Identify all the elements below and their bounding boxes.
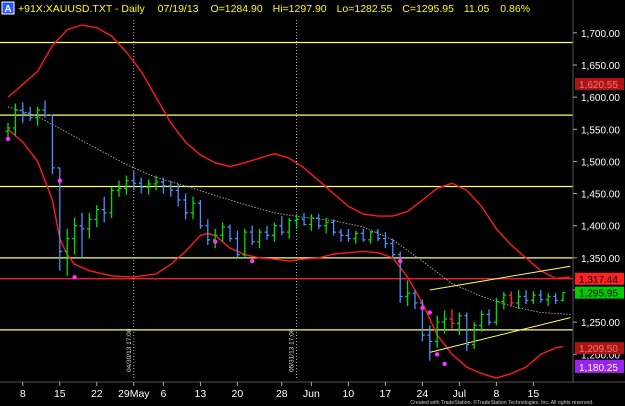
signal-dot <box>398 258 403 264</box>
price-tick-label: 1,400.00 <box>581 222 620 233</box>
time-tick-label: 29May <box>118 388 150 400</box>
time-tick-label: Jun <box>303 388 320 400</box>
change-label: 11.05 <box>464 3 490 15</box>
signal-dot <box>5 136 11 142</box>
price-tick-label: 1,450.00 <box>581 190 620 201</box>
time-tick-label: 8 <box>493 388 499 400</box>
price-tick-label: 1,350.00 <box>581 254 620 265</box>
session-marker-label: 05/31/13 17:00 <box>289 328 296 372</box>
price-tag-label: 1,180.25 <box>579 363 618 374</box>
price-tag-label: 1,317.44 <box>579 275 618 286</box>
low-label: Lo=1282.55 <box>337 3 393 15</box>
high-label: Hi=1297.90 <box>273 3 327 15</box>
time-tick-label: 15 <box>528 388 540 400</box>
time-tick-label: 10 <box>343 388 355 400</box>
signal-dot <box>420 305 425 311</box>
time-tick-label: Jul <box>453 388 466 400</box>
price-tag: 1,209.50 <box>575 342 624 355</box>
chart-background <box>0 0 625 406</box>
price-tag: 1,620.55 <box>575 77 624 91</box>
price-tag-label: 1,209.50 <box>579 344 618 355</box>
price-tick-label: 1,600.00 <box>581 93 620 104</box>
time-tick-label: 8 <box>20 388 26 400</box>
time-tick-label: 6 <box>160 388 166 400</box>
footer-credit: Created with TradeStation. ©TradeStation… <box>410 399 593 406</box>
signal-dot <box>72 274 77 280</box>
price-tag-label: 1,295.95 <box>579 289 618 300</box>
chart-window: 04/30/13 17:00 05/31/13 17:00 1,700.00 1,6… <box>0 0 625 406</box>
time-tick-label: 24 <box>417 388 429 400</box>
price-tag: 1,295.95 <box>575 286 624 300</box>
symbol-label: +91X:XAUUSD.TXT - Daily <box>18 3 145 15</box>
price-tag-label: 1,620.55 <box>579 80 618 91</box>
signal-dot <box>427 310 432 315</box>
time-tick-label: 15 <box>54 388 66 400</box>
time-tick-label: 20 <box>232 388 244 400</box>
price-tick-label: 1,500.00 <box>581 157 620 168</box>
session-marker-label: 04/30/13 17:00 <box>126 328 133 372</box>
signal-dot <box>213 239 218 244</box>
signal-dot <box>442 361 447 367</box>
price-tag: 1,180.25 <box>575 360 624 374</box>
price-tag: 1,317.44 <box>575 272 624 286</box>
price-tick-label: 1,650.00 <box>581 61 620 72</box>
header-line: +91X:XAUUSD.TXT - Daily 07/19/13 O=1284.… <box>18 3 530 15</box>
signal-dot <box>57 178 62 183</box>
date-label: 07/19/13 <box>158 3 199 15</box>
change-pct-label: 0.86% <box>500 3 530 15</box>
time-tick-label: 13 <box>195 388 207 400</box>
signal-dot <box>250 258 255 264</box>
time-tick-label: 28 <box>276 388 288 400</box>
close-label: C=1295.95 <box>402 3 454 15</box>
time-tick-label: 22 <box>91 388 103 400</box>
price-tick-label: 1,250.00 <box>581 318 620 329</box>
signal-dot <box>435 352 440 357</box>
price-tick-label: 1,700.00 <box>581 29 620 40</box>
price-chart[interactable]: 04/30/13 17:00 05/31/13 17:00 1,700.00 1,6… <box>0 0 625 406</box>
open-label: O=1284.90 <box>210 3 262 15</box>
chart-badge-label: A <box>4 4 11 15</box>
time-tick-label: 17 <box>380 388 392 400</box>
price-tick-label: 1,550.00 <box>581 125 620 136</box>
